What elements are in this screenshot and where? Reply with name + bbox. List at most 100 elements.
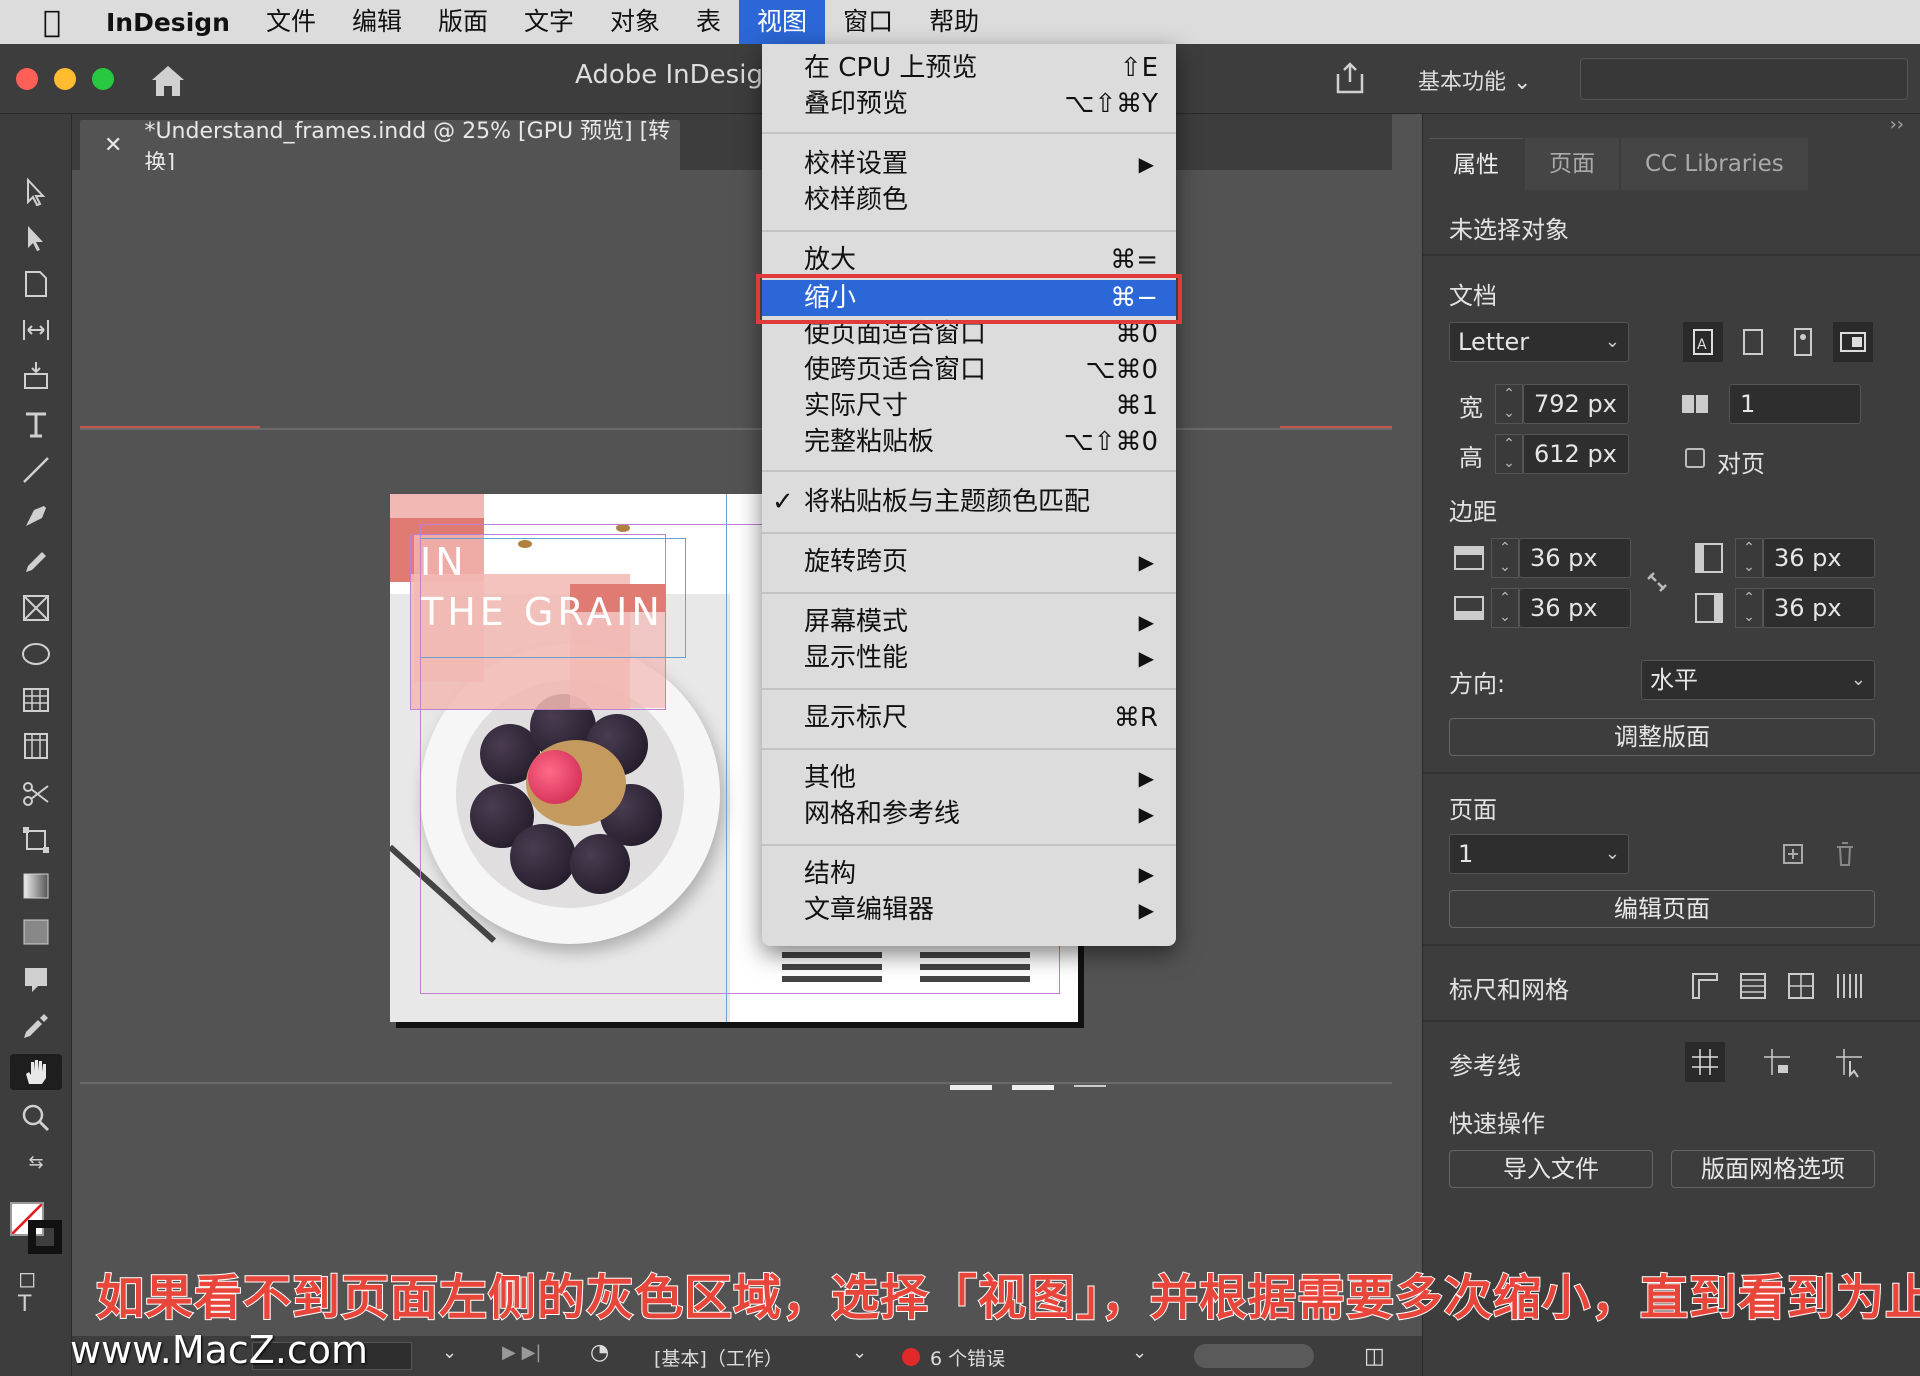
chevron-down-icon[interactable]: ⌄ [852,1342,867,1363]
import-file-button[interactable]: 导入文件 [1449,1150,1653,1188]
note-tool-icon[interactable] [18,962,54,998]
margin-left-stepper[interactable]: ⌃ ⌄ [1735,538,1763,578]
formatting-affects-container-icon[interactable]: ◻ T [18,1267,54,1317]
gradient-swatch-tool-icon[interactable] [18,868,54,904]
stroke-swatch[interactable] [28,1220,62,1254]
pencil-tool-icon[interactable] [18,544,54,580]
menu-item-zoom-in[interactable]: 放大 ⌘= [762,242,1176,278]
menu-item-screen-mode[interactable]: 屏幕模式 ▶ [762,604,1176,640]
menu-type[interactable]: 文字 [506,0,592,44]
pen-tool-icon[interactable] [18,498,54,534]
menu-edit[interactable]: 编辑 [334,0,420,44]
menu-item-preview-on-cpu[interactable]: 在 CPU 上预览 ⇧E [762,50,1176,86]
menu-item-proof-setup[interactable]: 校样设置 ▶ [762,146,1176,182]
hand-tool-icon[interactable] [10,1054,62,1090]
close-icon[interactable]: ✕ [104,133,122,158]
orientation-dropdown[interactable]: 水平 ⌄ [1641,660,1875,700]
pages-count-field[interactable]: 1 [1729,384,1861,424]
menu-item-grids-guides[interactable]: 网格和参考线 ▶ [762,796,1176,832]
document-tab[interactable]: ✕ *Understand_frames.indd @ 25% [GPU 预览]… [80,119,680,176]
menu-object[interactable]: 对象 [592,0,678,44]
paragraph-style-status[interactable]: [基本]（工作） [654,1344,783,1371]
preflight-profile-icon[interactable]: ◔ [590,1340,609,1365]
app-menu[interactable]: InDesign [106,8,230,37]
horizontal-scrollbar[interactable] [1194,1344,1314,1368]
width-stepper[interactable]: ⌃ ⌄ [1495,384,1523,424]
next-page-icon[interactable]: ▶ ▶| [502,1342,541,1363]
current-page-dropdown[interactable]: 1 ⌄ [1449,834,1629,874]
grid-tool-icon[interactable] [18,728,54,764]
ellipse-tool-icon[interactable] [18,636,54,672]
workspace-switcher[interactable]: 基本功能 ⌄ [1418,64,1531,96]
menu-item-actual-size[interactable]: 实际尺寸 ⌘1 [762,388,1176,424]
split-view-icon[interactable]: ◫ [1364,1344,1385,1369]
eyedropper-tool-icon[interactable] [18,1008,54,1044]
menu-item-proof-colors[interactable]: 校样颜色 [762,182,1176,218]
layout-grid-icon[interactable] [1829,966,1869,1006]
menu-table[interactable]: 表 [678,0,739,44]
height-stepper[interactable]: ⌃ ⌄ [1495,434,1523,474]
collapse-panel-icon[interactable]: ›› [1890,114,1904,135]
margin-top-stepper[interactable]: ⌃ ⌄ [1491,538,1519,578]
menu-help[interactable]: 帮助 [911,0,997,44]
menu-layout[interactable]: 版面 [420,0,506,44]
rectangle-frame-tool-icon[interactable] [18,590,54,626]
zoom-window-button[interactable] [92,68,114,90]
portrait-orientation-icon[interactable] [1783,322,1823,362]
chevron-down-icon[interactable]: ⌄ [1132,1342,1147,1363]
show-guides-icon[interactable] [1685,1042,1725,1082]
margin-left-field[interactable]: 36 px [1763,538,1875,578]
scissors-tool-icon[interactable] [18,776,54,812]
lock-guides-icon[interactable] [1757,1042,1797,1082]
adjust-layout-button[interactable]: 调整版面 [1449,718,1875,756]
menu-item-entire-pasteboard[interactable]: 完整粘贴板 ⌥⇧⌘0 [762,424,1176,460]
layout-grid-options-button[interactable]: 版面网格选项 [1671,1150,1875,1188]
menu-item-structure[interactable]: 结构 ▶ [762,856,1176,892]
gap-tool-icon[interactable] [18,312,54,348]
menu-item-extras[interactable]: 其他 ▶ [762,760,1176,796]
home-icon[interactable] [148,62,188,98]
menu-item-overprint-preview[interactable]: 叠印预览 ⌥⇧⌘Y [762,86,1176,122]
tab-properties[interactable]: 属性 [1429,138,1523,190]
document-grid-icon[interactable] [1781,966,1821,1006]
minimize-window-button[interactable] [54,68,76,90]
margin-right-stepper[interactable]: ⌃ ⌄ [1735,588,1763,628]
tab-cc-libraries[interactable]: CC Libraries [1621,138,1808,190]
smart-guides-icon[interactable] [1829,1042,1869,1082]
page-size-dropdown[interactable]: Letter ⌄ [1449,322,1629,362]
tab-pages[interactable]: 页面 [1525,138,1619,190]
share-icon[interactable] [1332,60,1368,96]
menu-item-rotate-spread[interactable]: 旋转跨页 ▶ [762,544,1176,580]
menu-item-match-pasteboard[interactable]: ✓ 将粘贴板与主题颜色匹配 [762,484,1176,520]
edit-page-button[interactable]: 编辑页面 [1449,890,1875,928]
content-collector-icon[interactable] [18,358,54,394]
apple-icon[interactable]:  [22,5,82,40]
menu-item-display-performance[interactable]: 显示性能 ▶ [762,640,1176,676]
baseline-grid-icon[interactable] [1733,966,1773,1006]
gradient-feather-tool-icon[interactable] [18,914,54,950]
margin-top-field[interactable]: 36 px [1519,538,1631,578]
direct-selection-tool-icon[interactable] [18,220,54,256]
error-count[interactable]: 6 个错误 [930,1344,1005,1371]
menu-view[interactable]: 视图 [739,0,826,44]
landscape-orientation-icon[interactable] [1833,322,1873,362]
zoom-tool-icon[interactable] [18,1100,54,1136]
free-transform-tool-icon[interactable] [18,822,54,858]
margin-bottom-stepper[interactable]: ⌃ ⌄ [1491,588,1519,628]
close-window-button[interactable] [16,68,38,90]
chevron-down-icon[interactable]: ⌄ [442,1342,457,1363]
rulers-icon[interactable] [1685,966,1725,1006]
intent-print-icon[interactable]: A [1683,322,1723,362]
delete-page-icon[interactable] [1825,834,1865,874]
height-field[interactable]: 612 px [1523,434,1629,474]
menu-item-story-editor[interactable]: 文章编辑器 ▶ [762,892,1176,928]
width-field[interactable]: 792 px [1523,384,1629,424]
table-tool-icon[interactable] [18,682,54,718]
page-tool-icon[interactable] [18,266,54,302]
link-margins-icon[interactable] [1637,562,1677,602]
menu-item-show-rulers[interactable]: 显示标尺 ⌘R [762,700,1176,736]
line-tool-icon[interactable] [18,452,54,488]
type-tool-icon[interactable] [18,406,54,442]
menu-file[interactable]: 文件 [248,0,334,44]
facing-pages-checkbox[interactable] [1685,448,1705,468]
